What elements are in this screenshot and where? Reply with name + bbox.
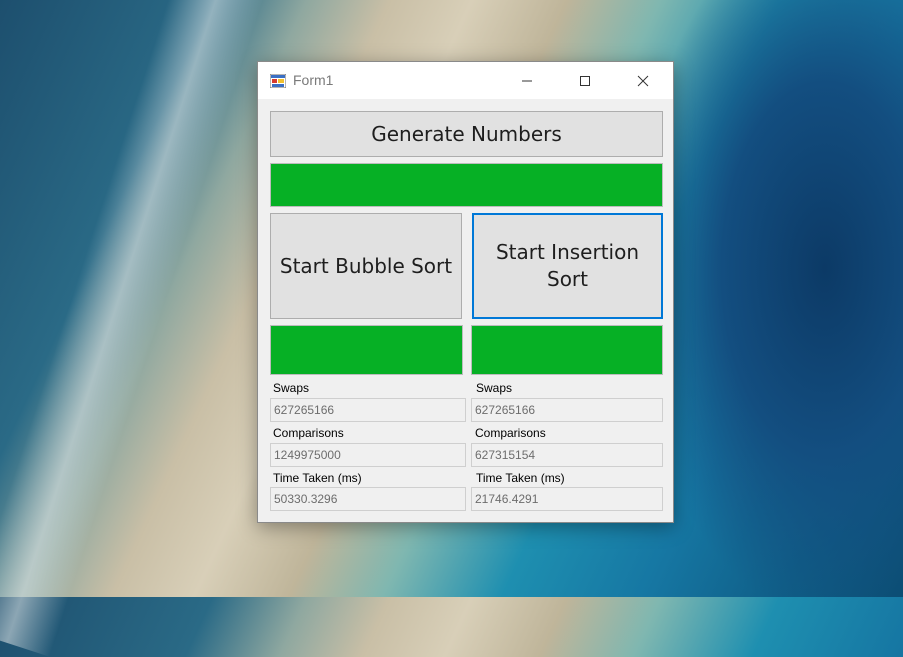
insertion-swaps-label: Swaps (476, 381, 513, 395)
insertion-comparisons-label: Comparisons (475, 426, 546, 440)
bubble-swaps-field[interactable]: 627265166 (270, 398, 466, 422)
minimize-button[interactable] (504, 62, 550, 99)
insertion-time-label: Time Taken (ms) (476, 471, 565, 485)
bubble-time-field[interactable]: 50330.3296 (270, 487, 466, 511)
maximize-icon (580, 75, 590, 86)
bubble-swaps-label: Swaps (273, 381, 310, 395)
start-bubble-sort-button[interactable]: Start Bubble Sort (270, 213, 462, 319)
insertion-comparisons-field[interactable]: 627315154 (471, 443, 663, 467)
form-window: Form1 Generate Numbers Start Bubble Sort… (257, 61, 674, 523)
close-icon (637, 75, 649, 86)
insertion-progress-bar (471, 325, 663, 375)
window-title: Form1 (293, 72, 334, 88)
bubble-progress-bar (270, 325, 463, 375)
start-insertion-sort-button[interactable]: Start Insertion Sort (472, 213, 663, 319)
insertion-swaps-field[interactable]: 627265166 (471, 398, 663, 422)
title-bar[interactable]: Form1 (258, 62, 673, 99)
insertion-time-field[interactable]: 21746.4291 (471, 487, 663, 511)
form-app-icon (269, 73, 287, 89)
start-insertion-sort-label: Start Insertion Sort (495, 240, 640, 291)
generate-progress-bar (270, 163, 663, 207)
bubble-time-label: Time Taken (ms) (273, 471, 362, 485)
desktop-wallpaper-reef (0, 0, 266, 657)
generate-numbers-label: Generate Numbers (371, 121, 562, 146)
desktop-wallpaper-deep-water (643, 0, 903, 597)
maximize-button[interactable] (562, 62, 608, 99)
bubble-comparisons-field[interactable]: 1249975000 (270, 443, 466, 467)
close-button[interactable] (620, 62, 666, 99)
minimize-icon (522, 80, 532, 81)
bubble-comparisons-label: Comparisons (273, 426, 344, 440)
generate-numbers-button[interactable]: Generate Numbers (270, 111, 663, 157)
start-bubble-sort-label: Start Bubble Sort (279, 253, 453, 278)
